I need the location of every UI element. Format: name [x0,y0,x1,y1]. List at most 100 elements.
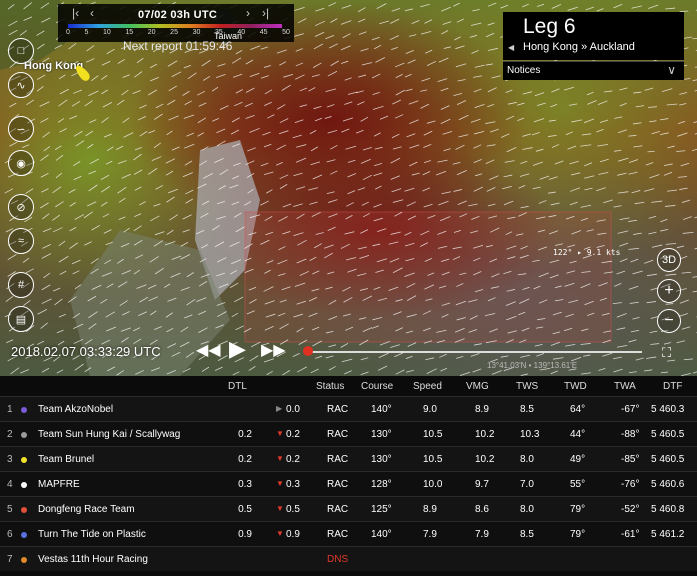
wind-arrow [650,343,660,345]
table-row[interactable]: 5 Dongfeng Race Team ▼ 0.5 0.5 RAC 125° 8.9 8.6 8… [0,496,697,521]
wind-arrow [580,372,591,375]
wind-arrow [633,145,643,148]
wind-arrow [692,371,697,374]
leg-prev-icon[interactable]: ◀ [508,43,514,52]
wind-arrow [646,301,656,304]
table-row[interactable]: 6 Turn The Tide on Plastic ▼ 0.9 0.9 RAC 140° 7… [0,521,697,546]
wind-arrow [408,34,417,37]
boat-icon[interactable]: ◉ [8,150,34,176]
wind-arrow [630,329,640,333]
race-map[interactable]: |‹ ‹ 07/02 03h UTC › ›| 0 5 10 15 20 25 30 35 40… [0,0,697,376]
wind-arrow [440,105,450,110]
table-row[interactable]: 7 Vestas 11th Hour Racing DNS [0,546,697,571]
wind-arrow [550,202,560,206]
compass-icon[interactable]: ⊘ [8,194,34,220]
notices-dropdown[interactable]: Notices ∨ [503,61,684,80]
view-3d-button[interactable]: 3D [657,248,681,272]
wind-arrow [536,102,546,107]
wind-arrow [379,115,389,120]
wind-arrow [117,59,126,64]
zoom-out-button[interactable]: − [657,309,681,333]
row-dtf: 5 460.6 [651,479,685,490]
table-row[interactable]: 1 Team AkzoNobel ▶ 0.0 RAC 140° 9.0 8.9 8.5 64° -6… [0,396,697,421]
wind-arrow [148,130,156,134]
wind-arrow [121,173,131,179]
wind-arrow [420,103,430,109]
col-dtl[interactable]: DTL [228,381,247,392]
zoom-in-button[interactable]: + [657,279,681,303]
wind-arrow [567,145,577,150]
wind-arrow [52,214,61,221]
wind-arrow [565,343,576,347]
wind-arrow [342,117,354,122]
row-speed: 10.5 [423,454,443,465]
wind-arrow [43,146,51,152]
playback-track[interactable] [309,351,642,353]
wind-arrow [487,22,495,26]
wind-icon[interactable]: ∿ [8,72,34,98]
col-vmg[interactable]: VMG [466,381,489,392]
wind-arrow [308,87,316,92]
wind-arrow [260,75,269,79]
table-row[interactable]: 2 Team Sun Hung Kai / Scallywag ▼ 0.2 0.2 RAC… [0,421,697,446]
sail-icon[interactable]: ≈ [8,228,34,254]
wind-arrow [356,90,364,94]
wind-arrow [612,302,622,304]
wind-arrow [439,353,447,358]
wind-arrow [167,60,178,67]
wind-arrow [487,2,497,7]
wind-arrow [165,158,176,164]
fast-forward-icon[interactable]: ▶▶ [261,340,286,360]
wind-arrow [197,132,204,137]
wind-arrow [147,168,158,175]
wind-arrow [56,369,64,374]
col-status[interactable]: Status [316,381,344,392]
row-twd: 55° [570,479,586,490]
skip-forward-icon[interactable]: ›| [262,6,269,20]
grid-icon[interactable]: # [8,272,34,298]
wind-arrow [458,134,469,138]
fullscreen-icon[interactable]: ⛶ [662,345,671,361]
table-row[interactable]: 4 MAPFRE ▼ 0.3 0.3 RAC 128° 10.0 9.7 7.0 55° -76° 5 … [0,471,697,496]
col-dtf[interactable]: DTF [663,381,682,392]
wind-arrow [646,273,657,277]
wind-arrow [279,118,289,124]
wind-arrow [266,370,273,376]
col-twa[interactable]: TWA [614,381,636,392]
wind-arrow [182,172,193,178]
map-icon[interactable]: □ [8,38,34,64]
col-course[interactable]: Course [361,381,393,392]
playback-handle[interactable] [303,346,313,356]
wind-arrow [250,45,261,51]
wind-arrow [442,130,453,135]
skip-back-icon[interactable]: |‹ [72,6,79,20]
step-back-icon[interactable]: ‹ [90,6,94,20]
row-course: 140° [371,404,392,415]
wind-arrow [645,162,654,166]
row-speed: 10.0 [423,479,443,490]
wind-arrow [56,329,64,334]
wind-arrow [347,91,358,95]
wind-arrow [73,175,82,181]
wind-arrow [292,352,300,357]
col-twd[interactable]: TWD [564,381,587,392]
row-status: RAC [327,479,349,490]
row-course: 140° [371,529,392,540]
step-forward-icon[interactable]: › [246,6,250,20]
wind-arrow [506,115,515,120]
wind-arrow [20,369,29,374]
wind-arrow [53,227,63,233]
rewind-icon[interactable]: ◀◀ [196,340,221,360]
table-row[interactable]: 3 Team Brunel ▼ 0.2 0.2 RAC 130° 10.5 10.2 8.0 49°… [0,446,697,471]
row-twd: 64° [570,404,586,415]
play-icon[interactable]: ▶ [229,336,246,362]
layers-icon[interactable]: ▤ [8,306,34,332]
wind-arrow [583,118,595,124]
col-tws[interactable]: TWS [516,381,538,392]
col-speed[interactable]: Speed [413,381,442,392]
route-icon[interactable]: ∽ [8,116,34,142]
row-speed: 7.9 [423,529,437,540]
wind-arrow [617,129,628,134]
wind-arrow [379,20,389,25]
team-color-dot [21,432,27,438]
